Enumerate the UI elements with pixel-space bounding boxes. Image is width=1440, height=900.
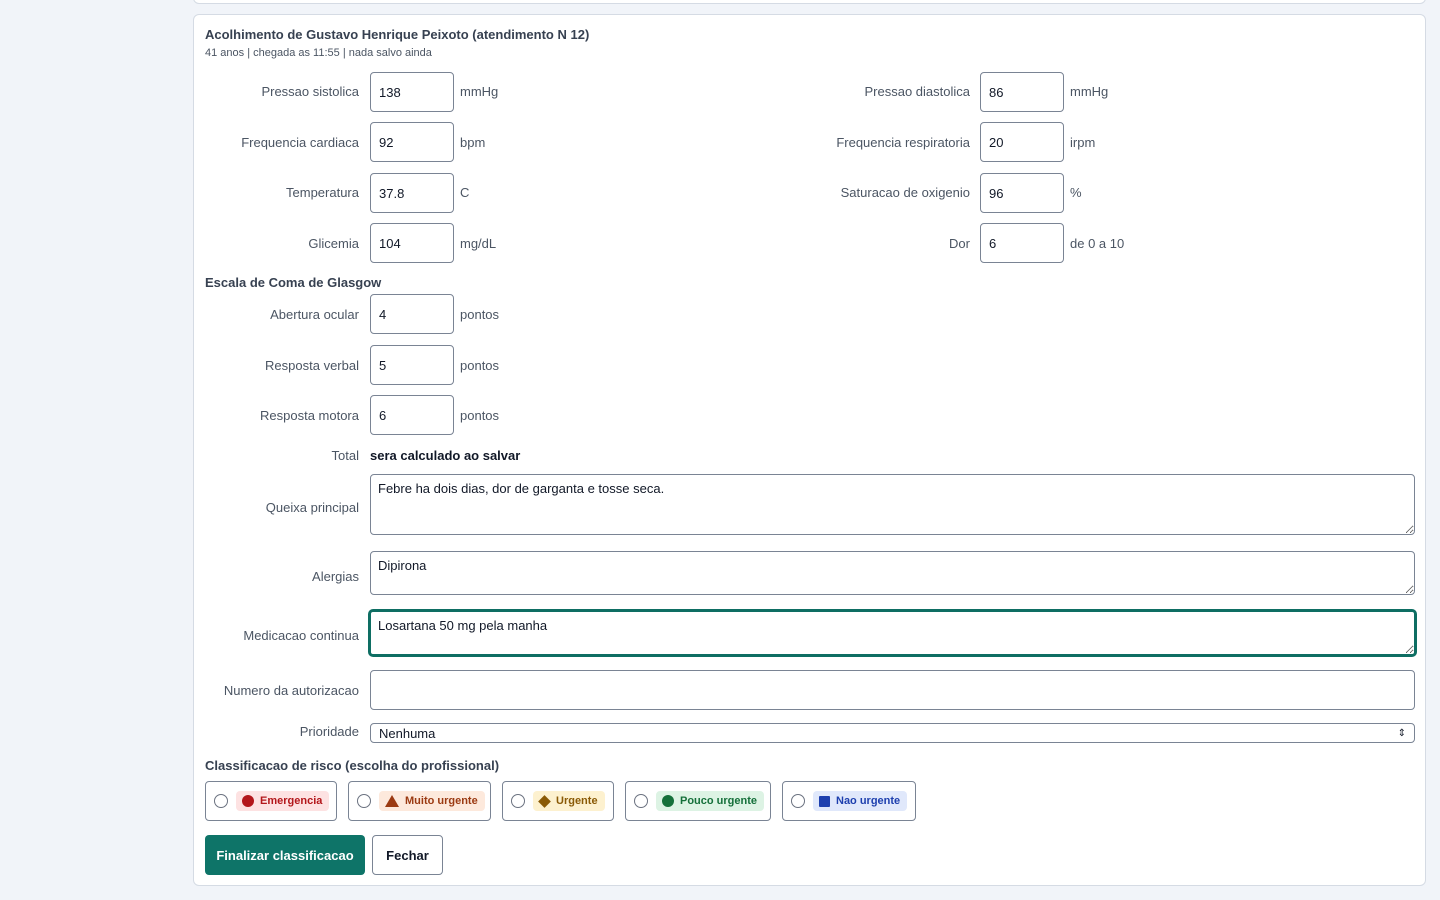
verbal-unit: pontos — [460, 358, 500, 373]
risk-badge-urgente: Urgente — [533, 791, 605, 811]
finalizar-button[interactable]: Finalizar classificacao — [205, 835, 365, 875]
fc-label: Frequencia cardiaca — [241, 135, 359, 150]
fr-label: Frequencia respiratoria — [836, 135, 970, 150]
sistolica-input[interactable] — [370, 72, 454, 112]
saturacao-unit: % — [1070, 185, 1082, 200]
ocular-unit: pontos — [460, 307, 500, 322]
diastolica-unit: mmHg — [1070, 84, 1109, 99]
ocular-label: Abertura ocular — [270, 307, 359, 322]
risk-badge-nao-urgente: Nao urgente — [813, 791, 908, 811]
square-icon — [819, 795, 830, 807]
previous-card — [193, 0, 1426, 4]
fr-input[interactable] — [980, 122, 1064, 162]
risk-label-pouco-urgente: Pouco urgente — [680, 795, 758, 807]
diamond-icon — [538, 794, 551, 808]
motora-input[interactable] — [370, 395, 454, 435]
risk-option-urgente[interactable]: Urgente — [502, 781, 614, 821]
prioridade-selected-value: Nenhuma — [379, 725, 436, 741]
medicacao-label: Medicacao continua — [243, 628, 359, 643]
saturacao-label: Saturacao de oxigenio — [840, 185, 970, 200]
form-subtitle: 41 anos | chegada as 11:55 | nada salvo … — [205, 47, 432, 59]
risk-badge-muito-urgente: Muito urgente — [379, 791, 485, 811]
total-label: Total — [331, 448, 359, 463]
dor-unit: de 0 a 10 — [1070, 236, 1125, 251]
saturacao-input[interactable] — [980, 173, 1064, 213]
verbal-input[interactable] — [370, 345, 454, 385]
medicacao-textarea[interactable]: Losartana 50 mg pela manha — [369, 610, 1416, 656]
risk-badge-pouco-urgente: Pouco urgente — [656, 791, 765, 811]
dor-label: Dor — [949, 236, 970, 251]
prioridade-label: Prioridade — [299, 724, 359, 739]
verbal-label: Resposta verbal — [265, 358, 359, 373]
alergias-textarea[interactable]: Dipirona — [370, 551, 1415, 595]
glasgow-heading: Escala de Coma de Glasgow — [205, 275, 382, 290]
triangle-icon — [385, 795, 399, 807]
sistolica-unit: mmHg — [460, 84, 499, 99]
risk-label-nao-urgente: Nao urgente — [836, 795, 901, 807]
risk-label-urgente: Urgente — [556, 795, 598, 807]
alergias-label: Alergias — [312, 569, 359, 584]
risk-heading: Classificacao de risco (escolha do profi… — [205, 758, 500, 773]
risk-badge-emergencia: Emergencia — [236, 791, 330, 811]
motora-label: Resposta motora — [260, 408, 359, 423]
glicemia-label: Glicemia — [308, 236, 359, 251]
radio-pouco-urgente[interactable] — [634, 794, 648, 808]
chevron-updown-icon: ⇕ — [1397, 727, 1406, 739]
form-title: Acolhimento de Gustavo Henrique Peixoto … — [205, 27, 590, 42]
motora-unit: pontos — [460, 408, 500, 423]
temperatura-unit: C — [460, 185, 470, 200]
ocular-input[interactable] — [370, 294, 454, 334]
glicemia-input[interactable] — [370, 223, 454, 263]
fr-unit: irpm — [1070, 135, 1096, 150]
risk-option-emergencia[interactable]: Emergencia — [205, 781, 337, 821]
circle-icon — [662, 795, 674, 807]
temperatura-input[interactable] — [370, 173, 454, 213]
diastolica-label: Pressao diastolica — [864, 84, 971, 99]
autorizacao-input[interactable] — [370, 670, 1415, 710]
queixa-textarea[interactable]: Febre ha dois dias, dor de garganta e to… — [370, 474, 1415, 535]
risk-label-muito-urgente: Muito urgente — [405, 795, 478, 807]
sistolica-label: Pressao sistolica — [261, 84, 359, 99]
risk-option-nao-urgente[interactable]: Nao urgente — [782, 781, 916, 821]
temperatura-label: Temperatura — [286, 185, 359, 200]
diastolica-input[interactable] — [980, 72, 1064, 112]
autorizacao-label: Numero da autorizacao — [223, 683, 359, 698]
radio-nao-urgente[interactable] — [791, 794, 805, 808]
fc-input[interactable] — [370, 122, 454, 162]
radio-urgente[interactable] — [511, 794, 525, 808]
radio-emergencia[interactable] — [214, 794, 228, 808]
dor-input[interactable] — [980, 223, 1064, 263]
glicemia-unit: mg/dL — [460, 236, 497, 251]
fechar-button[interactable]: Fechar — [372, 835, 443, 875]
triage-form-card: Acolhimento de Gustavo Henrique Peixoto … — [193, 14, 1426, 886]
fc-unit: bpm — [460, 135, 486, 150]
risk-option-pouco-urgente[interactable]: Pouco urgente — [625, 781, 771, 821]
risk-option-muito-urgente[interactable]: Muito urgente — [348, 781, 491, 821]
circle-icon — [242, 795, 254, 807]
queixa-label: Queixa principal — [265, 500, 359, 515]
risk-label-emergencia: Emergencia — [260, 795, 323, 807]
prioridade-select[interactable]: Nenhuma ⇕ — [370, 723, 1415, 743]
radio-muito-urgente[interactable] — [357, 794, 371, 808]
total-value: sera calculado ao salvar — [370, 448, 521, 463]
